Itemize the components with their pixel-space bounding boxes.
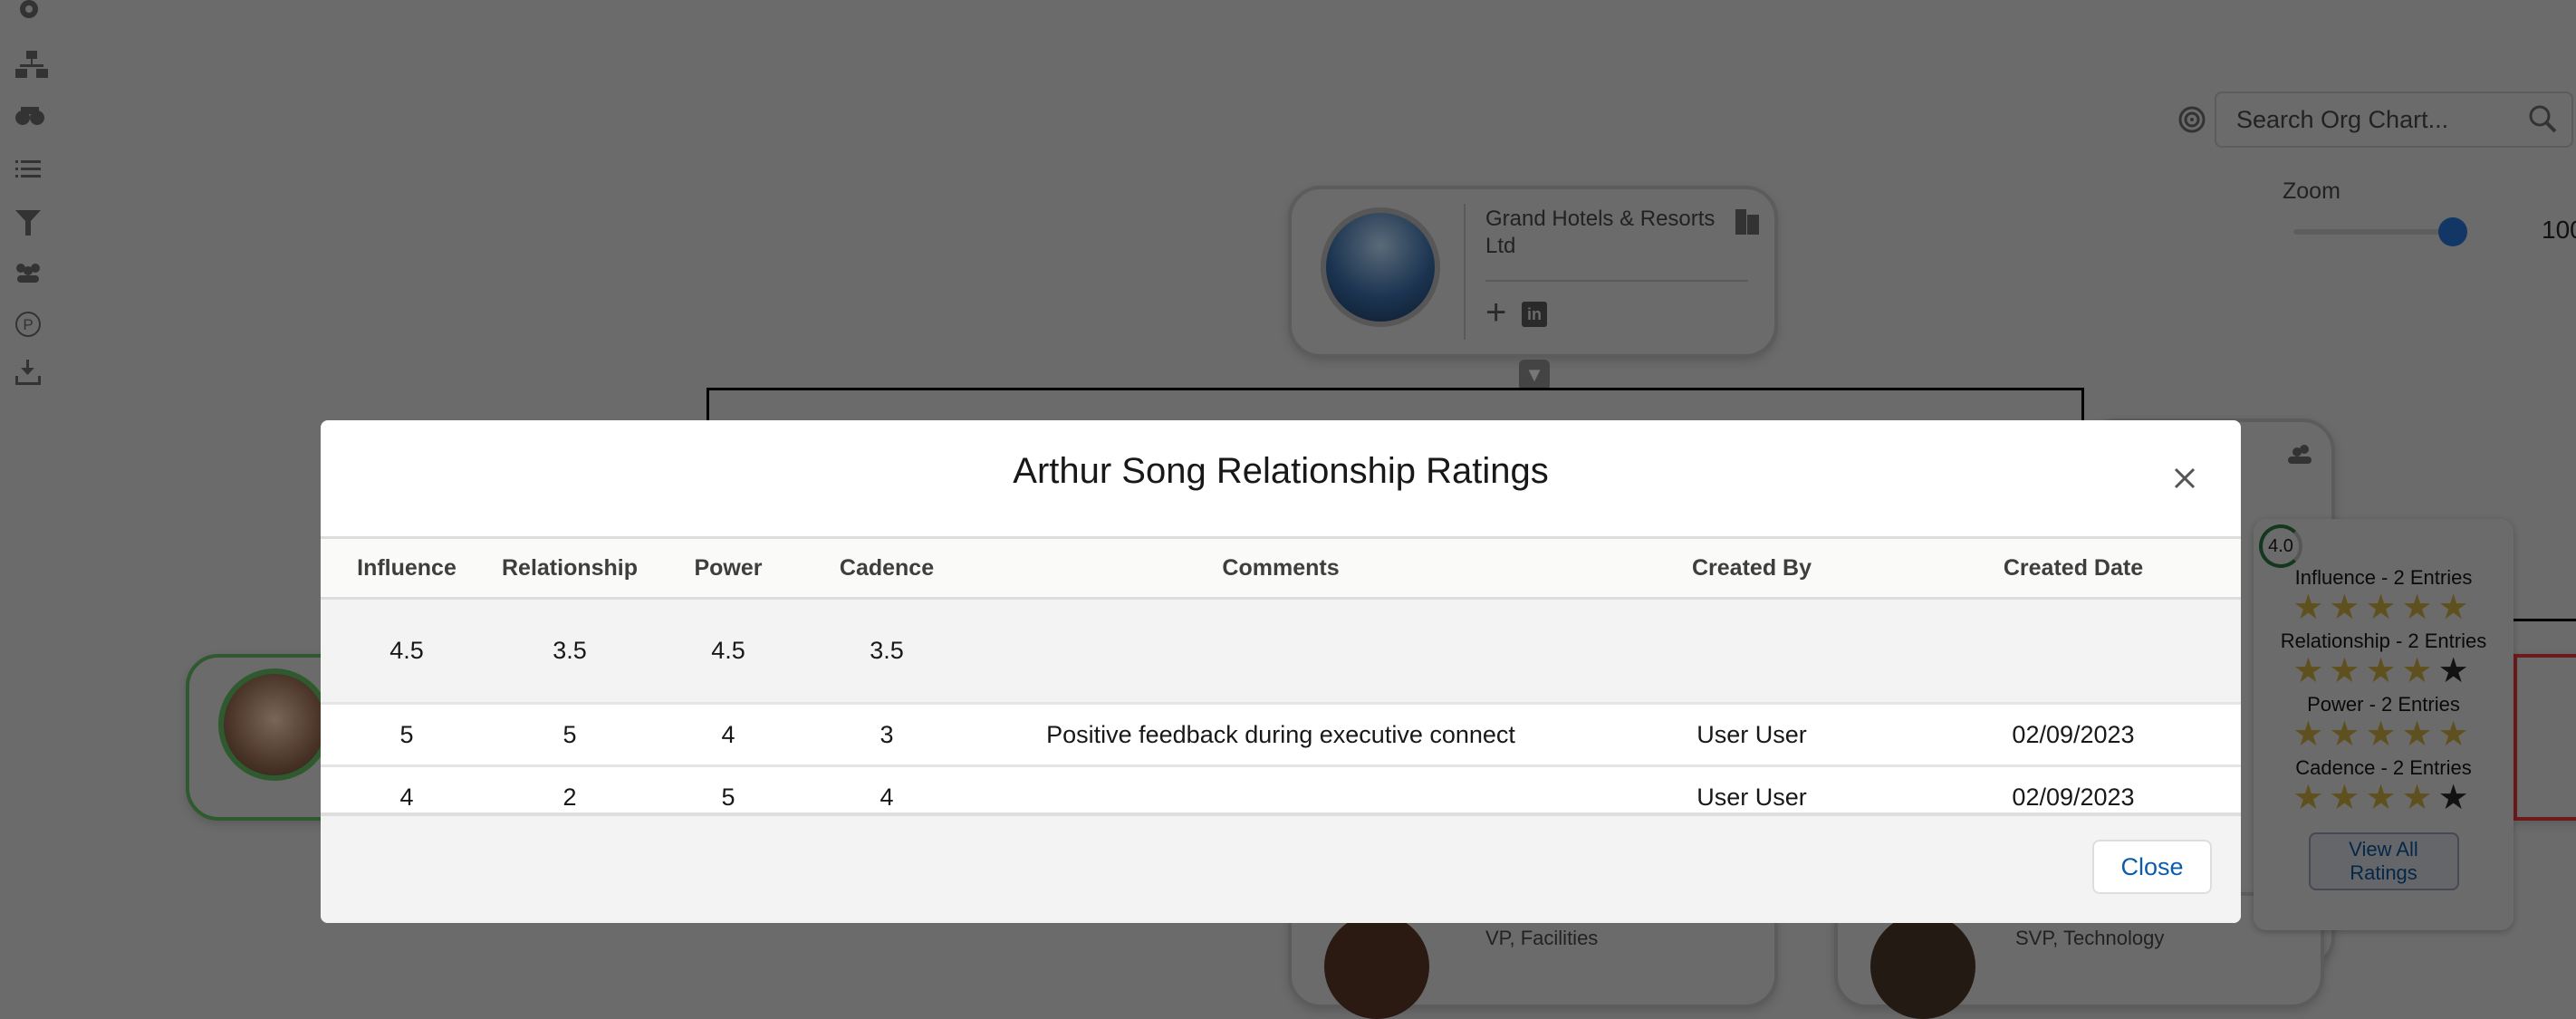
- ratings-popover: 4.0 Influence - 2 Entries ★★★★★ Relation…: [2254, 519, 2514, 930]
- cell: 4.5: [321, 598, 493, 705]
- building-icon: [1735, 209, 1759, 235]
- modal-title: Arthur Song Relationship Ratings: [1013, 451, 1549, 491]
- person-photo: [1324, 914, 1429, 1019]
- svg-text:P: P: [23, 316, 33, 333]
- person-icon: [2288, 444, 2313, 464]
- person-photo: [218, 668, 331, 781]
- column-header[interactable]: Cadence: [810, 539, 964, 600]
- cell: Positive feedback during executive conne…: [964, 703, 1598, 767]
- cell: 4.5: [647, 598, 810, 705]
- linkedin-icon[interactable]: in: [1522, 302, 1547, 327]
- download-icon[interactable]: [15, 360, 41, 385]
- gear-icon[interactable]: [15, 0, 43, 25]
- target-icon[interactable]: [2178, 106, 2206, 133]
- column-header[interactable]: Comments: [964, 539, 1598, 600]
- column-header[interactable]: Power: [647, 539, 810, 600]
- table-row: 5 5 4 3 Positive feedback during executi…: [321, 703, 2241, 767]
- team-icon[interactable]: [14, 263, 42, 283]
- close-icon[interactable]: [2165, 458, 2205, 498]
- cell: 5: [493, 703, 647, 767]
- column-header[interactable]: Relationship: [493, 539, 647, 600]
- company-name: Grand Hotels & Resorts Ltd: [1485, 207, 1716, 258]
- filter-icon[interactable]: [15, 210, 41, 236]
- rating-label: Influence - 2 Entries: [2294, 566, 2473, 589]
- cell: 5: [321, 703, 493, 767]
- rating-label: Power - 2 Entries: [2307, 693, 2460, 716]
- zoom-label: Zoom: [2283, 178, 2341, 204]
- cell: 3.5: [810, 598, 964, 705]
- star-rating: ★★★★★: [2292, 652, 2475, 690]
- search-icon[interactable]: [2528, 104, 2557, 133]
- star-rating: ★★★★★: [2292, 589, 2475, 627]
- add-icon[interactable]: +: [1485, 294, 1506, 331]
- company-logo: [1321, 207, 1440, 327]
- column-header[interactable]: Influence: [321, 539, 493, 600]
- person-card-right[interactable]: [2514, 654, 2576, 821]
- rating-label: Cadence - 2 Entries: [2295, 756, 2472, 779]
- cell: [1906, 598, 2241, 705]
- search-input[interactable]: [2235, 101, 2510, 139]
- modal-footer: Close: [321, 812, 2241, 923]
- collapse-toggle[interactable]: ▼: [1519, 360, 1550, 390]
- cell: 3.5: [493, 598, 647, 705]
- zoom-slider[interactable]: [2293, 217, 2467, 246]
- star-rating: ★★★★★: [2292, 779, 2475, 817]
- close-button[interactable]: Close: [2092, 840, 2212, 894]
- star-rating: ★★★★★: [2292, 716, 2475, 754]
- hierarchy-icon[interactable]: [15, 51, 48, 80]
- view-all-ratings-button[interactable]: View All Ratings: [2308, 832, 2459, 890]
- average-row: 4.5 3.5 4.5 3.5: [321, 598, 2241, 705]
- column-header[interactable]: Created By: [1598, 539, 1906, 600]
- company-card[interactable]: Grand Hotels & Resorts Ltd + in: [1288, 186, 1778, 358]
- cell: 3: [810, 703, 964, 767]
- ratings-table: Influence Relationship Power Cadence Com…: [321, 539, 2241, 830]
- cell: User User: [1598, 703, 1906, 767]
- connector-line: [706, 388, 2083, 390]
- cell: [964, 598, 1598, 705]
- p-circle-icon[interactable]: P: [14, 311, 42, 338]
- person-title: VP, Facilities: [1485, 927, 1599, 949]
- score-ring: 4.0: [2259, 524, 2302, 568]
- column-header[interactable]: Created Date: [1906, 539, 2241, 600]
- cell: [1598, 598, 1906, 705]
- zoom-value: 100: [2542, 216, 2576, 244]
- person-title: SVP, Technology: [2015, 927, 2165, 949]
- rating-label: Relationship - 2 Entries: [2280, 630, 2487, 652]
- search-box: [2215, 91, 2573, 148]
- cell: 4: [647, 703, 810, 767]
- cell: 02/09/2023: [1906, 703, 2241, 767]
- person-photo: [1870, 914, 1975, 1019]
- binoculars-icon[interactable]: [15, 105, 44, 127]
- ratings-modal: Arthur Song Relationship Ratings Influen…: [321, 420, 2241, 923]
- list-icon[interactable]: [15, 159, 41, 179]
- zoom-slider-thumb[interactable]: [2438, 217, 2467, 246]
